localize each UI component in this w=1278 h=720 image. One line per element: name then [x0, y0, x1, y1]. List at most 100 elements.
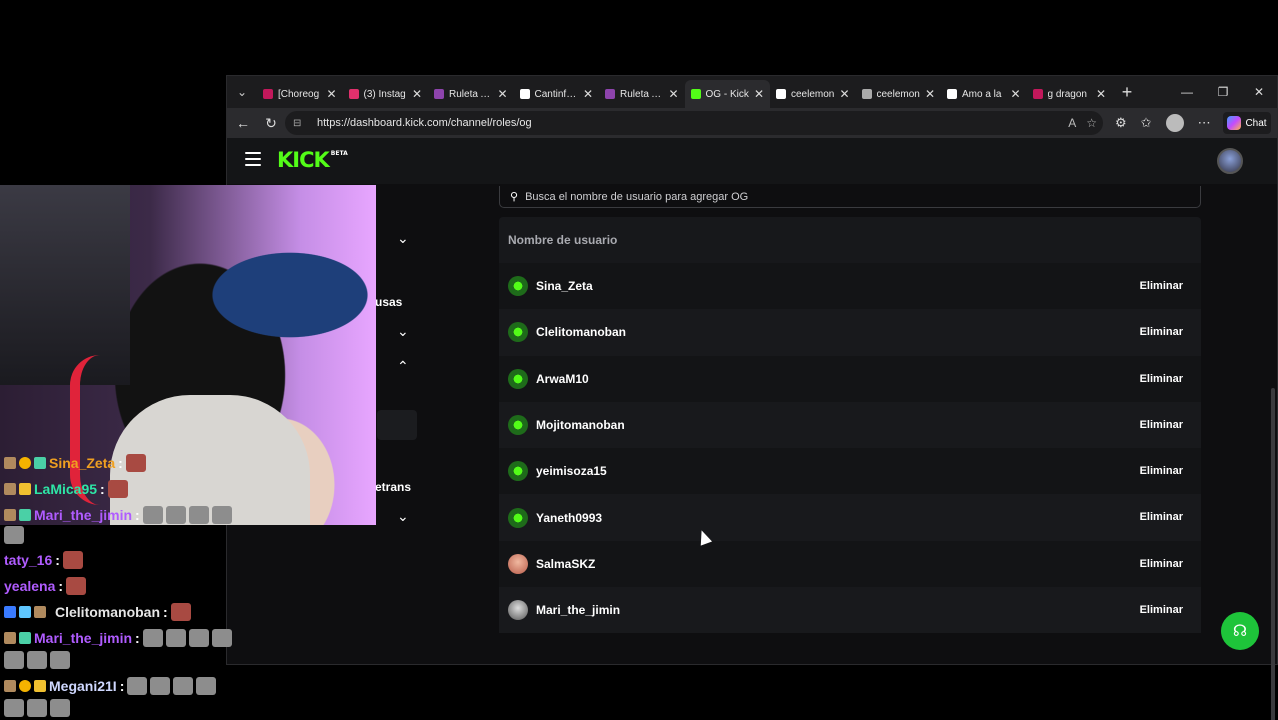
chat-emote-wrap [4, 526, 24, 544]
tab-close-icon[interactable]: ✕ [412, 87, 422, 101]
logo-text: KICK [277, 148, 330, 172]
browser-tab[interactable]: ceelemon ✕ [770, 80, 856, 108]
extensions-icon[interactable]: ⚙ [1115, 115, 1127, 131]
favorite-star-icon[interactable]: ☆ [1086, 116, 1097, 130]
browser-tab[interactable]: Cantinflas ✕ [514, 80, 600, 108]
back-icon[interactable]: ← [229, 109, 257, 137]
tab-favicon-icon [776, 89, 786, 99]
close-window-icon[interactable]: ✕ [1241, 76, 1277, 108]
tab-close-icon[interactable]: ✕ [925, 87, 935, 101]
username[interactable]: Sina_Zeta [536, 279, 593, 293]
tab-close-icon[interactable]: ✕ [668, 87, 678, 101]
browser-tab[interactable]: Ruleta Ale ✕ [599, 80, 685, 108]
delete-button[interactable]: Eliminar [1130, 458, 1193, 484]
username[interactable]: Mojitomanoban [536, 418, 625, 432]
table-row: Clelitomanoban Eliminar [499, 309, 1201, 356]
chevron-down-icon[interactable]: ⌄ [397, 508, 409, 525]
copilot-chat-button[interactable]: Chat [1223, 112, 1271, 134]
headset-icon: ☊ [1232, 623, 1248, 640]
emote-icon [211, 629, 232, 647]
browser-tab[interactable]: OG - Kick ✕ [684, 80, 770, 108]
browser-tab[interactable]: ceelemon ✕ [856, 80, 942, 108]
tab-close-icon[interactable]: ✕ [583, 87, 593, 101]
url-field[interactable]: ⊟ https://dashboard.kick.com/channel/rol… [285, 111, 1103, 135]
badge-icon [19, 632, 31, 644]
emote-icon [127, 677, 148, 695]
delete-button[interactable]: Eliminar [1130, 412, 1193, 438]
chevron-down-icon[interactable]: ⌄ [397, 230, 409, 247]
tab-close-icon[interactable]: ✕ [326, 87, 336, 101]
kick-logo[interactable]: KICK BETA [277, 148, 348, 172]
username[interactable]: Clelitomanoban [536, 325, 626, 339]
tab-label: (3) Instag [363, 88, 406, 100]
badge-icon [34, 606, 46, 618]
badge-icon [4, 680, 16, 692]
profile-icon[interactable] [1165, 114, 1184, 132]
tab-close-icon[interactable]: ✕ [1010, 87, 1020, 101]
delete-button[interactable]: Eliminar [1130, 366, 1193, 392]
tab-label: Cantinflas [534, 88, 578, 100]
table-header: Nombre de usuario [499, 217, 1201, 263]
tab-label: ceelemon [876, 88, 920, 100]
toolbar-icons: ⚙ ✩ ⋯ [1115, 108, 1211, 138]
sidebar-item-label[interactable]: etrans [375, 480, 411, 494]
support-chat-button[interactable]: ☊ [1221, 612, 1259, 650]
tab-label: ceelemon [791, 88, 835, 100]
emote-icon [27, 699, 47, 717]
delete-button[interactable]: Eliminar [1130, 319, 1193, 345]
browser-tab[interactable]: [Choreog ✕ [257, 80, 343, 108]
emote-icon [150, 677, 171, 695]
browser-tab[interactable]: Ruleta Ale ✕ [428, 80, 514, 108]
badge-icon [4, 483, 16, 495]
sidebar-item-label[interactable]: usas [375, 295, 402, 309]
badge-icon [19, 680, 31, 692]
table-row: yeimisoza15 Eliminar [499, 448, 1201, 495]
username[interactable]: yeimisoza15 [536, 464, 607, 478]
emote-icon [50, 699, 70, 717]
user-avatar-icon [508, 368, 528, 389]
user-avatar[interactable] [1217, 148, 1243, 174]
table-row: Yaneth0993 Eliminar [499, 494, 1201, 541]
chevron-up-icon[interactable]: ⌃ [397, 358, 409, 375]
delete-button[interactable]: Eliminar [1130, 551, 1193, 577]
tab-close-icon[interactable]: ✕ [839, 87, 849, 101]
tab-search-dropdown[interactable]: ⌄ [227, 76, 257, 108]
og-search-input[interactable]: ⚲ Busca el nombre de usuario para agrega… [499, 186, 1201, 208]
new-tab-button[interactable]: + [1112, 82, 1142, 103]
username[interactable]: SalmaSKZ [536, 557, 595, 571]
delete-button[interactable]: Eliminar [1130, 273, 1193, 299]
username[interactable]: Yaneth0993 [536, 511, 602, 525]
site-info-icon[interactable]: ⊟ [293, 118, 307, 129]
scrollbar[interactable] [1271, 388, 1275, 720]
tab-close-icon[interactable]: ✕ [497, 87, 507, 101]
sidebar-item-selected[interactable] [377, 410, 417, 440]
restore-icon[interactable]: ❐ [1205, 76, 1241, 108]
reload-icon[interactable]: ↻ [257, 109, 285, 137]
browser-tab[interactable]: Amo a la ✕ [941, 80, 1027, 108]
chevron-down-icon[interactable]: ⌄ [397, 323, 409, 340]
emote-icon [165, 629, 186, 647]
username[interactable]: Mari_the_jimin [536, 603, 620, 617]
browser-tab[interactable]: (3) Instag ✕ [343, 80, 429, 108]
minimize-icon[interactable]: — [1169, 76, 1205, 108]
tab-close-icon[interactable]: ✕ [1096, 87, 1106, 101]
chat-username: Mari_the_jimin [34, 630, 133, 646]
emote-icon [142, 506, 163, 524]
read-aloud-icon[interactable]: A [1068, 116, 1076, 130]
menu-icon[interactable] [245, 152, 261, 166]
badge-icon [4, 632, 16, 644]
browser-tab[interactable]: g dragon ✕ [1027, 80, 1113, 108]
tab-favicon-icon [605, 89, 615, 99]
username[interactable]: ArwaM10 [536, 372, 589, 386]
tab-close-icon[interactable]: ✕ [754, 87, 764, 101]
logo-badge: BETA [330, 150, 348, 157]
url-text: https://dashboard.kick.com/channel/roles… [317, 117, 532, 129]
more-icon[interactable]: ⋯ [1198, 115, 1211, 131]
og-users-table: Nombre de usuario Sina_Zeta Eliminar Cleli… [499, 217, 1201, 634]
emote-icon [173, 677, 194, 695]
emote-icon [27, 651, 47, 669]
chat-colon: : [119, 678, 125, 694]
favorites-icon[interactable]: ✩ [1141, 115, 1152, 131]
delete-button[interactable]: Eliminar [1130, 597, 1193, 623]
delete-button[interactable]: Eliminar [1130, 504, 1193, 530]
